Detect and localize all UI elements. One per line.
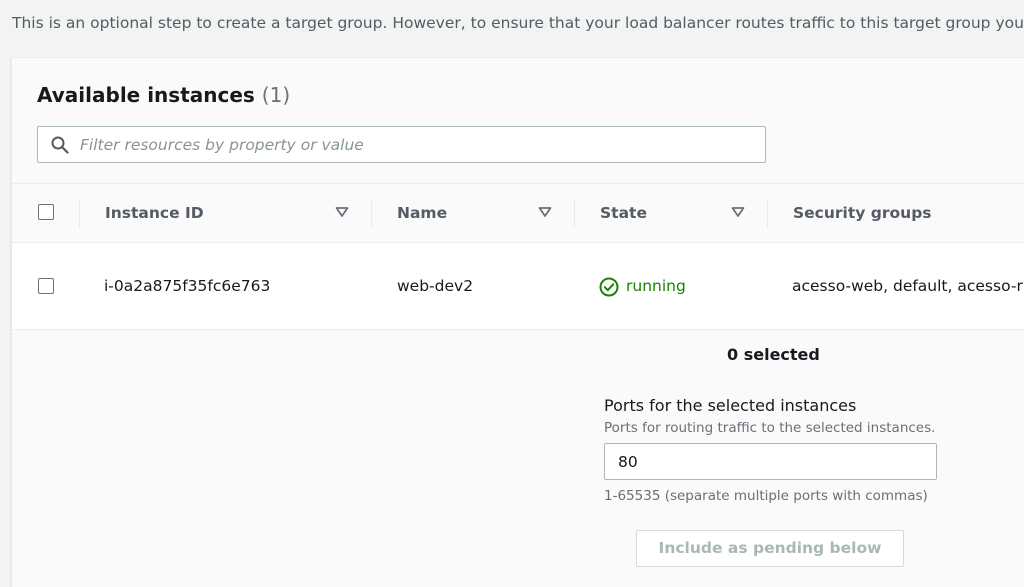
cell-state: running [599, 243, 719, 330]
sort-caret-icon[interactable] [538, 206, 552, 218]
table-header: Instance ID Name State Security groups [12, 183, 1024, 243]
available-instances-panel: Available instances (1) Instance ID Name… [11, 57, 1024, 587]
panel-title-text: Available instances [37, 83, 255, 107]
selected-count: 0 selected [727, 345, 820, 364]
column-divider [574, 200, 575, 228]
cell-name: web-dev2 [397, 277, 474, 295]
include-as-pending-button[interactable]: Include as pending below [636, 530, 904, 567]
table-row[interactable]: i-0a2a875f35fc6e763 web-dev2 running ace… [12, 243, 1024, 330]
filter-box[interactable] [37, 126, 766, 163]
sort-caret-icon[interactable] [335, 206, 349, 218]
ports-constraint-text: 1-65535 (separate multiple ports with co… [604, 488, 928, 504]
ports-label: Ports for the selected instances [604, 396, 857, 415]
column-divider [767, 200, 768, 228]
search-icon [51, 136, 69, 154]
select-all-checkbox[interactable] [38, 204, 54, 220]
instance-count: (1) [261, 83, 291, 107]
column-header-instance-id[interactable]: Instance ID [105, 184, 204, 242]
sort-caret-icon[interactable] [731, 206, 745, 218]
row-checkbox[interactable] [38, 278, 54, 294]
column-header-security-groups[interactable]: Security groups [793, 184, 932, 242]
cell-security-groups: acesso-web, default, acesso-r [792, 277, 1023, 295]
intro-text: This is an optional step to create a tar… [12, 14, 1024, 32]
column-divider [79, 200, 80, 228]
ports-description: Ports for routing traffic to the selecte… [604, 420, 936, 436]
filter-input[interactable] [80, 127, 760, 162]
panel-title: Available instances (1) [37, 83, 290, 107]
status-text: running [626, 277, 686, 295]
cell-instance-id: i-0a2a875f35fc6e763 [104, 277, 271, 295]
column-header-state[interactable]: State [600, 184, 647, 242]
ports-input[interactable] [604, 443, 937, 480]
column-divider [371, 200, 372, 228]
check-circle-icon [599, 277, 619, 297]
column-header-name[interactable]: Name [397, 184, 447, 242]
